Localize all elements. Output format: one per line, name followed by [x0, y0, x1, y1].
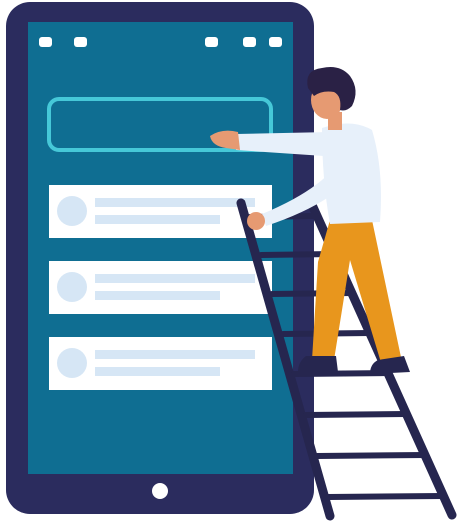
- leg-back: [312, 220, 402, 366]
- status-dot-icon: [74, 37, 87, 47]
- ladder-rung: [303, 411, 409, 418]
- hand-holding: [247, 212, 265, 230]
- avatar: [57, 196, 87, 226]
- status-dot-icon: [243, 37, 256, 47]
- placeholder-line: [95, 198, 255, 207]
- home-button[interactable]: [152, 483, 168, 499]
- ladder-rung: [314, 452, 428, 459]
- list-item[interactable]: [49, 185, 272, 238]
- status-dot-icon: [269, 37, 282, 47]
- avatar: [57, 348, 87, 378]
- shoe-icon: [298, 356, 338, 372]
- status-dot-icon: [39, 37, 52, 47]
- placeholder-line: [95, 274, 255, 283]
- ladder-rung: [325, 493, 446, 500]
- illustration: [0, 0, 458, 522]
- illustration-svg: [6, 2, 457, 521]
- status-dot-icon: [205, 37, 218, 47]
- avatar: [57, 272, 87, 302]
- placeholder-line: [95, 215, 220, 224]
- placeholder-line: [95, 350, 255, 359]
- placeholder-line: [95, 291, 220, 300]
- shoe-icon: [370, 356, 410, 374]
- placeholder-line: [95, 367, 220, 376]
- list-item[interactable]: [49, 261, 272, 314]
- list-item[interactable]: [49, 337, 272, 390]
